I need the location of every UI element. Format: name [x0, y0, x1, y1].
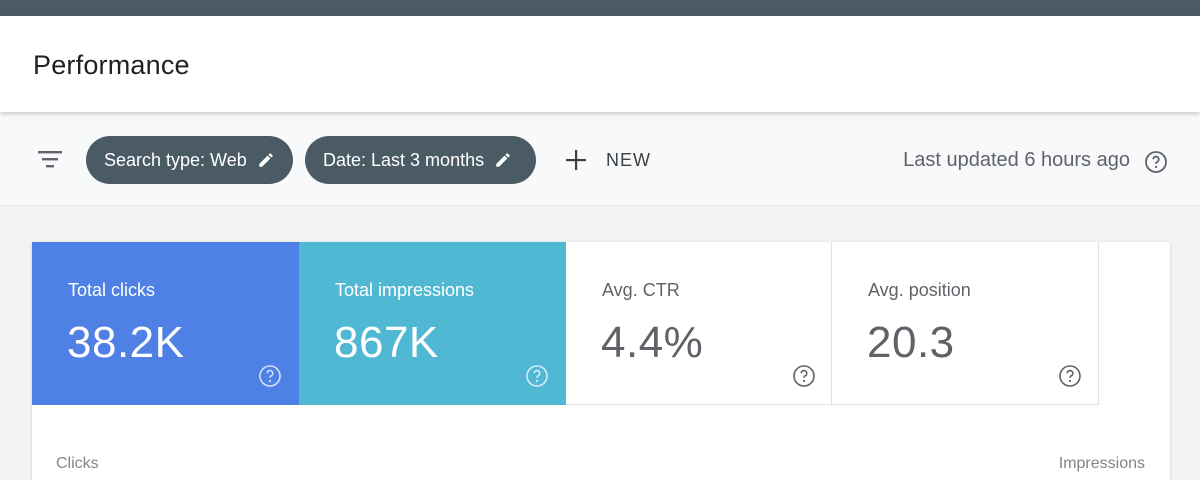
- filter-list-icon[interactable]: [36, 148, 64, 170]
- help-icon[interactable]: [1144, 150, 1168, 174]
- metric-label: Avg. position: [868, 280, 971, 300]
- metric-total-clicks[interactable]: Total clicks 38.2K: [32, 242, 299, 405]
- filter-toolbar: Search type: Web Date: Last 3 months NEW…: [0, 112, 1200, 206]
- metric-avg-ctr[interactable]: Avg. CTR 4.4%: [566, 242, 832, 405]
- page-header: Performance: [0, 16, 1200, 112]
- page-title: Performance: [33, 50, 190, 80]
- help-icon[interactable]: [258, 364, 282, 388]
- impressions-axis-label: Impressions: [1058, 455, 1145, 472]
- metric-total-impressions[interactable]: Total impressions 867K: [299, 242, 566, 405]
- edit-pencil-icon: [494, 151, 512, 169]
- top-app-bar: [0, 0, 1200, 16]
- clicks-axis-label: Clicks: [56, 455, 99, 472]
- edit-pencil-icon: [257, 151, 275, 169]
- search-type-chip[interactable]: Search type: Web: [86, 136, 293, 184]
- metric-value: 867K: [334, 318, 439, 367]
- metric-label: Total impressions: [335, 280, 475, 300]
- metric-label: Avg. CTR: [602, 280, 680, 300]
- new-button-label: NEW: [606, 149, 651, 170]
- add-filter-new-button[interactable]: NEW: [564, 142, 651, 178]
- metric-value: 38.2K: [67, 318, 185, 367]
- metric-value: 4.4%: [601, 318, 704, 367]
- help-icon[interactable]: [792, 364, 816, 388]
- plus-icon: [564, 148, 588, 172]
- chip-label: Search type: Web: [104, 149, 247, 170]
- chip-label: Date: Last 3 months: [323, 149, 485, 170]
- date-range-chip[interactable]: Date: Last 3 months: [305, 136, 536, 184]
- help-icon[interactable]: [1058, 364, 1082, 388]
- last-updated-text: Last updated 6 hours ago: [903, 149, 1130, 171]
- metric-value: 20.3: [867, 318, 955, 367]
- metric-label: Total clicks: [68, 280, 156, 300]
- help-icon[interactable]: [525, 364, 549, 388]
- metric-avg-position[interactable]: Avg. position 20.3: [832, 242, 1099, 405]
